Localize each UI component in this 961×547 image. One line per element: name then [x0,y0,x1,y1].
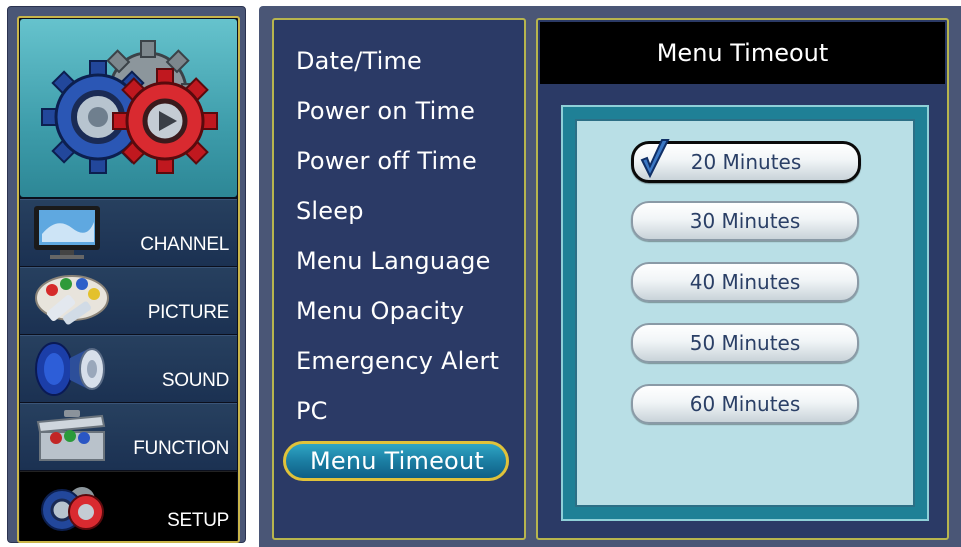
option-list: 20 Minutes 30 Minutes 40 Minutes 50 Minu… [575,119,915,507]
sidebar-item-label: CHANNEL [140,234,229,255]
menu-item-pc[interactable]: PC [296,392,328,430]
option-title: Menu Timeout [656,39,829,67]
option-60-minutes[interactable]: 60 Minutes [631,384,859,424]
option-label: 20 Minutes [690,150,802,174]
sidebar-item-setup[interactable]: SETUP [20,471,237,541]
category-sidebar: CHANNEL PICTURE SOUND FUNCTION SETUP [7,6,246,543]
sidebar-item-function[interactable]: FUNCTION [20,403,237,470]
toolbox-icon [32,408,112,470]
sidebar-item-label: FUNCTION [133,438,229,459]
option-50-minutes[interactable]: 50 Minutes [631,323,859,363]
menu-item-power-on-time[interactable]: Power on Time [296,92,475,130]
option-label: 60 Minutes [689,392,801,416]
menu-item-emergency-alert[interactable]: Emergency Alert [296,342,499,380]
setup-banner [20,19,237,197]
menu-item-menu-opacity[interactable]: Menu Opacity [296,292,464,330]
gears-icon [41,40,218,174]
menu-item-sleep[interactable]: Sleep [296,192,364,230]
option-20-minutes[interactable]: 20 Minutes [631,139,861,183]
sidebar-item-label: SETUP [167,510,229,531]
option-40-minutes[interactable]: 40 Minutes [631,262,859,302]
option-label: 50 Minutes [689,331,801,355]
sidebar-item-channel[interactable]: CHANNEL [20,199,237,266]
sidebar-item-label: PICTURE [147,302,230,323]
tv-icon [32,204,106,264]
category-list: CHANNEL PICTURE SOUND FUNCTION SETUP [17,16,240,543]
option-title-bar: Menu Timeout [540,22,945,84]
settings-area: Date/Time Power on Time Power off Time S… [259,6,961,547]
palette-icon [32,272,112,334]
gears-icon [32,478,112,540]
sidebar-item-sound[interactable]: SOUND [20,335,237,402]
menu-item-date-time[interactable]: Date/Time [296,42,422,80]
sidebar-item-picture[interactable]: PICTURE [20,267,237,334]
menu-item-power-off-time[interactable]: Power off Time [296,142,477,180]
setup-menu: Date/Time Power on Time Power off Time S… [272,18,526,540]
option-30-minutes[interactable]: 30 Minutes [631,201,859,241]
menu-item-menu-timeout[interactable]: Menu Timeout [283,441,509,481]
option-panel: Menu Timeout 20 Minutes 30 Minutes 40 Mi… [536,18,949,540]
sidebar-item-label: SOUND [161,370,229,391]
speaker-icon [32,340,112,402]
menu-item-menu-language[interactable]: Menu Language [296,242,491,280]
option-frame: 20 Minutes 30 Minutes 40 Minutes 50 Minu… [561,105,929,521]
option-label: 30 Minutes [689,209,801,233]
option-label: 40 Minutes [689,270,801,294]
